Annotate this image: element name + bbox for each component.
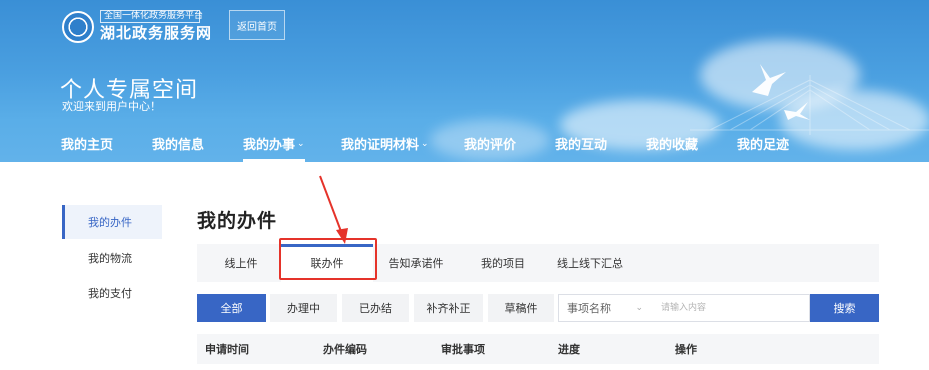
tab-online[interactable]: 线上件	[197, 244, 285, 282]
column-header: 申请时间	[205, 343, 249, 356]
sidebar-item-label: 我的支付	[88, 287, 132, 300]
filter-completed-button[interactable]: 已办结	[342, 294, 409, 322]
nav-item-interactions[interactable]: 我的互动	[555, 134, 607, 153]
filter-draft-button[interactable]: 草稿件	[488, 294, 554, 322]
crane-bird-icon	[784, 102, 810, 120]
nav-item-home[interactable]: 我的主页	[61, 134, 113, 153]
crane-bird-icon	[752, 64, 786, 96]
nav-item-certificates[interactable]: 我的证明材料 ⌄	[341, 134, 429, 153]
nav-item-info[interactable]: 我的信息	[152, 134, 204, 153]
column-header: 操作	[675, 343, 697, 356]
tab-label: 告知承诺件	[388, 257, 444, 270]
sidebar-item-label: 我的办件	[88, 216, 132, 229]
nav-item-label: 我的主页	[61, 138, 114, 153]
sidebar-item-payments[interactable]: 我的支付	[62, 276, 162, 310]
section-title: 我的办件	[197, 210, 278, 232]
search-field-select[interactable]: 事项名称 ⌄	[558, 294, 652, 322]
tab-label: 线上线下汇总	[557, 257, 623, 270]
tab-label: 我的项目	[481, 257, 525, 270]
nav-item-label: 我的收藏	[646, 138, 699, 153]
site-header: 全国一体化政务服务平台 湖北政务服务网 返回首页 个人专属空间 欢迎来到用户中心…	[0, 0, 929, 162]
nav-item-label: 我的评价	[464, 138, 517, 153]
nav-item-label: 我的信息	[152, 138, 205, 153]
nav-item-label: 我的足迹	[737, 138, 790, 153]
filter-supplement-button[interactable]: 补齐补正	[414, 294, 483, 322]
nav-item-affairs[interactable]: 我的办事 ⌄	[243, 134, 305, 162]
nav-item-footprints[interactable]: 我的足迹	[737, 134, 789, 153]
filter-in-progress-button[interactable]: 办理中	[270, 294, 337, 322]
sidebar-item-logistics[interactable]: 我的物流	[62, 241, 162, 275]
tab-summary[interactable]: 线上线下汇总	[547, 244, 633, 282]
chevron-down-icon: ⌄	[297, 138, 305, 149]
nav-item-label: 我的证明材料	[341, 138, 420, 153]
welcome-text: 欢迎来到用户中心！	[62, 100, 161, 113]
chevron-down-icon: ⌄	[421, 138, 429, 149]
tab-projects[interactable]: 我的项目	[467, 244, 539, 282]
government-emblem-icon	[62, 10, 94, 43]
logo-text: 全国一体化政务服务平台 湖北政务服务网	[100, 10, 212, 43]
platform-subtitle: 全国一体化政务服务平台	[100, 10, 203, 23]
nav-item-favorites[interactable]: 我的收藏	[646, 134, 698, 153]
nav-item-label: 我的互动	[555, 138, 608, 153]
sidebar-item-my-cases[interactable]: 我的办件	[62, 205, 162, 239]
table-header: 申请时间 办件编码 审批事项 进度 操作	[197, 334, 879, 364]
site-logo[interactable]: 全国一体化政务服务平台 湖北政务服务网	[62, 10, 212, 43]
column-header: 进度	[558, 343, 580, 356]
tab-label: 线上件	[224, 257, 258, 270]
tab-commitment[interactable]: 告知承诺件	[373, 244, 459, 282]
column-header: 审批事项	[441, 343, 485, 356]
filter-all-button[interactable]: 全部	[197, 294, 266, 322]
select-value: 事项名称	[567, 302, 611, 315]
main-nav: 我的主页 我的信息 我的办事 ⌄ 我的证明材料 ⌄ 我的评价 我的互动 我的收藏…	[0, 128, 929, 162]
column-header: 办件编码	[323, 343, 367, 356]
chevron-down-icon: ⌄	[635, 303, 643, 313]
search-button[interactable]: 搜索	[810, 294, 879, 322]
nav-item-reviews[interactable]: 我的评价	[464, 134, 516, 153]
annotation-arrow-icon	[319, 175, 348, 244]
search-input[interactable]	[651, 294, 810, 322]
back-home-button[interactable]: 返回首页	[229, 10, 285, 40]
nav-item-label: 我的办事	[243, 138, 296, 153]
sidebar-item-label: 我的物流	[88, 252, 132, 265]
platform-name: 湖北政务服务网	[100, 24, 213, 42]
